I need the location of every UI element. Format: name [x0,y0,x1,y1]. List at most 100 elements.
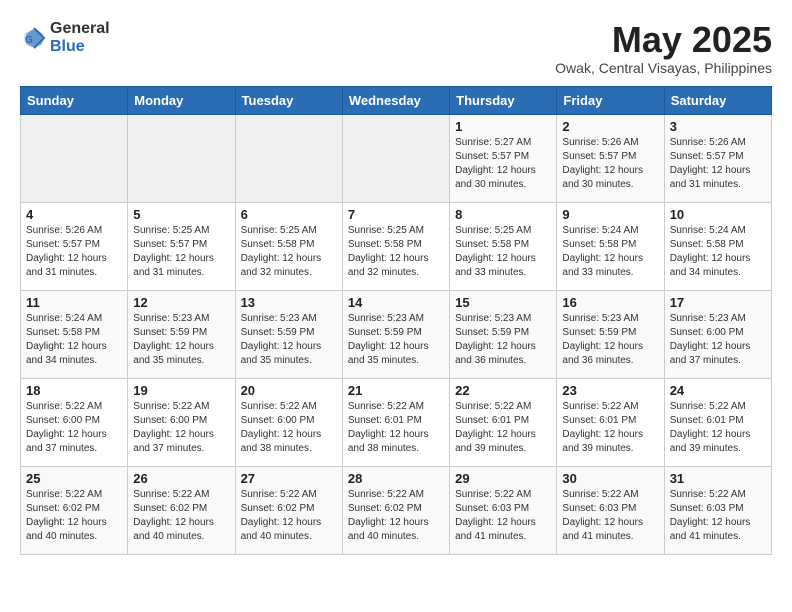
calendar-cell [21,114,128,202]
calendar-cell: 9 Sunrise: 5:24 AM Sunset: 5:58 PM Daylig… [557,202,664,290]
day-number: 30 [562,471,658,486]
day-number: 19 [133,383,229,398]
calendar-header-wednesday: Wednesday [342,86,449,114]
day-number: 7 [348,207,444,222]
calendar-cell: 13 Sunrise: 5:23 AM Sunset: 5:59 PM Dayli… [235,290,342,378]
day-info: Sunrise: 5:22 AM Sunset: 6:00 PM Dayligh… [133,400,229,456]
day-info: Sunrise: 5:24 AM Sunset: 5:58 PM Dayligh… [562,224,658,280]
calendar-cell: 28 Sunrise: 5:22 AM Sunset: 6:02 PM Dayli… [342,466,449,554]
day-number: 31 [670,471,766,486]
calendar-header-saturday: Saturday [664,86,771,114]
day-info: Sunrise: 5:25 AM Sunset: 5:58 PM Dayligh… [241,224,337,280]
day-info: Sunrise: 5:26 AM Sunset: 5:57 PM Dayligh… [670,136,766,192]
calendar-cell: 19 Sunrise: 5:22 AM Sunset: 6:00 PM Dayli… [128,378,235,466]
title-block: May 2025 Owak, Central Visayas, Philippi… [555,20,772,76]
day-info: Sunrise: 5:22 AM Sunset: 6:03 PM Dayligh… [670,488,766,544]
day-number: 14 [348,295,444,310]
calendar-cell: 25 Sunrise: 5:22 AM Sunset: 6:02 PM Dayli… [21,466,128,554]
day-info: Sunrise: 5:22 AM Sunset: 6:02 PM Dayligh… [348,488,444,544]
day-info: Sunrise: 5:22 AM Sunset: 6:02 PM Dayligh… [241,488,337,544]
calendar-cell: 6Sunrise: 5:25 AM Sunset: 5:58 PM Daylig… [235,202,342,290]
day-number: 13 [241,295,337,310]
day-number: 29 [455,471,551,486]
day-info: Sunrise: 5:23 AM Sunset: 5:59 PM Dayligh… [348,312,444,368]
calendar-week-4: 18 Sunrise: 5:22 AM Sunset: 6:00 PM Dayli… [21,378,772,466]
day-number: 26 [133,471,229,486]
day-number: 9 [562,207,658,222]
day-info: Sunrise: 5:23 AM Sunset: 5:59 PM Dayligh… [455,312,551,368]
calendar-header-tuesday: Tuesday [235,86,342,114]
calendar-week-2: 4 Sunrise: 5:26 AM Sunset: 5:57 PM Daylig… [21,202,772,290]
calendar-week-1: 1 Sunrise: 5:27 AM Sunset: 5:57 PM Daylig… [21,114,772,202]
day-info: Sunrise: 5:22 AM Sunset: 6:00 PM Dayligh… [26,400,122,456]
logo: G General Blue [20,20,110,56]
day-info: Sunrise: 5:23 AM Sunset: 5:59 PM Dayligh… [241,312,337,368]
day-info: Sunrise: 5:27 AM Sunset: 5:57 PM Dayligh… [455,136,551,192]
day-info: Sunrise: 5:22 AM Sunset: 6:02 PM Dayligh… [26,488,122,544]
calendar-cell [235,114,342,202]
day-info: Sunrise: 5:25 AM Sunset: 5:57 PM Dayligh… [133,224,229,280]
calendar-cell: 4 Sunrise: 5:26 AM Sunset: 5:57 PM Daylig… [21,202,128,290]
calendar-cell: 23 Sunrise: 5:22 AM Sunset: 6:01 PM Dayli… [557,378,664,466]
calendar-cell: 18 Sunrise: 5:22 AM Sunset: 6:00 PM Dayli… [21,378,128,466]
day-number: 1 [455,119,551,134]
day-info: Sunrise: 5:22 AM Sunset: 6:02 PM Dayligh… [133,488,229,544]
calendar-cell: 15 Sunrise: 5:23 AM Sunset: 5:59 PM Dayli… [450,290,557,378]
calendar-header-monday: Monday [128,86,235,114]
calendar-cell: 27 Sunrise: 5:22 AM Sunset: 6:02 PM Dayli… [235,466,342,554]
calendar-cell: 26 Sunrise: 5:22 AM Sunset: 6:02 PM Dayli… [128,466,235,554]
calendar-cell: 14 Sunrise: 5:23 AM Sunset: 5:59 PM Dayli… [342,290,449,378]
calendar-header-row: SundayMondayTuesdayWednesdayThursdayFrid… [21,86,772,114]
day-number: 10 [670,207,766,222]
day-number: 4 [26,207,122,222]
day-info: Sunrise: 5:24 AM Sunset: 5:58 PM Dayligh… [26,312,122,368]
calendar-cell: 22 Sunrise: 5:22 AM Sunset: 6:01 PM Dayli… [450,378,557,466]
day-info: Sunrise: 5:22 AM Sunset: 6:01 PM Dayligh… [562,400,658,456]
calendar-cell: 29 Sunrise: 5:22 AM Sunset: 6:03 PM Dayli… [450,466,557,554]
day-number: 17 [670,295,766,310]
calendar-cell: 30Sunrise: 5:22 AM Sunset: 6:03 PM Dayli… [557,466,664,554]
calendar-cell: 21Sunrise: 5:22 AM Sunset: 6:01 PM Dayli… [342,378,449,466]
day-info: Sunrise: 5:22 AM Sunset: 6:03 PM Dayligh… [455,488,551,544]
calendar-cell: 11Sunrise: 5:24 AM Sunset: 5:58 PM Dayli… [21,290,128,378]
calendar-cell: 31 Sunrise: 5:22 AM Sunset: 6:03 PM Dayli… [664,466,771,554]
day-number: 18 [26,383,122,398]
day-number: 28 [348,471,444,486]
calendar-cell [128,114,235,202]
calendar-week-3: 11Sunrise: 5:24 AM Sunset: 5:58 PM Dayli… [21,290,772,378]
day-number: 12 [133,295,229,310]
calendar-cell: 8Sunrise: 5:25 AM Sunset: 5:58 PM Daylig… [450,202,557,290]
day-number: 15 [455,295,551,310]
calendar-cell: 10 Sunrise: 5:24 AM Sunset: 5:58 PM Dayli… [664,202,771,290]
day-number: 24 [670,383,766,398]
calendar: SundayMondayTuesdayWednesdayThursdayFrid… [20,86,772,555]
calendar-cell [342,114,449,202]
calendar-cell: 20Sunrise: 5:22 AM Sunset: 6:00 PM Dayli… [235,378,342,466]
header: G General Blue May 2025 Owak, Central Vi… [20,20,772,76]
calendar-cell: 24 Sunrise: 5:22 AM Sunset: 6:01 PM Dayli… [664,378,771,466]
day-info: Sunrise: 5:25 AM Sunset: 5:58 PM Dayligh… [348,224,444,280]
day-number: 25 [26,471,122,486]
day-info: Sunrise: 5:24 AM Sunset: 5:58 PM Dayligh… [670,224,766,280]
calendar-cell: 5Sunrise: 5:25 AM Sunset: 5:57 PM Daylig… [128,202,235,290]
day-info: Sunrise: 5:22 AM Sunset: 6:01 PM Dayligh… [455,400,551,456]
day-number: 23 [562,383,658,398]
logo-text: General Blue [50,20,110,56]
day-info: Sunrise: 5:26 AM Sunset: 5:57 PM Dayligh… [562,136,658,192]
logo-blue: Blue [50,38,85,55]
day-number: 27 [241,471,337,486]
day-info: Sunrise: 5:22 AM Sunset: 6:01 PM Dayligh… [670,400,766,456]
calendar-cell: 2Sunrise: 5:26 AM Sunset: 5:57 PM Daylig… [557,114,664,202]
day-number: 22 [455,383,551,398]
logo-icon: G [20,24,48,52]
day-info: Sunrise: 5:22 AM Sunset: 6:01 PM Dayligh… [348,400,444,456]
calendar-header-thursday: Thursday [450,86,557,114]
day-number: 3 [670,119,766,134]
calendar-cell: 1 Sunrise: 5:27 AM Sunset: 5:57 PM Daylig… [450,114,557,202]
page: G General Blue May 2025 Owak, Central Vi… [0,0,792,565]
calendar-cell: 12Sunrise: 5:23 AM Sunset: 5:59 PM Dayli… [128,290,235,378]
subtitle: Owak, Central Visayas, Philippines [555,60,772,76]
calendar-cell: 16Sunrise: 5:23 AM Sunset: 5:59 PM Dayli… [557,290,664,378]
day-info: Sunrise: 5:26 AM Sunset: 5:57 PM Dayligh… [26,224,122,280]
month-title: May 2025 [555,20,772,60]
